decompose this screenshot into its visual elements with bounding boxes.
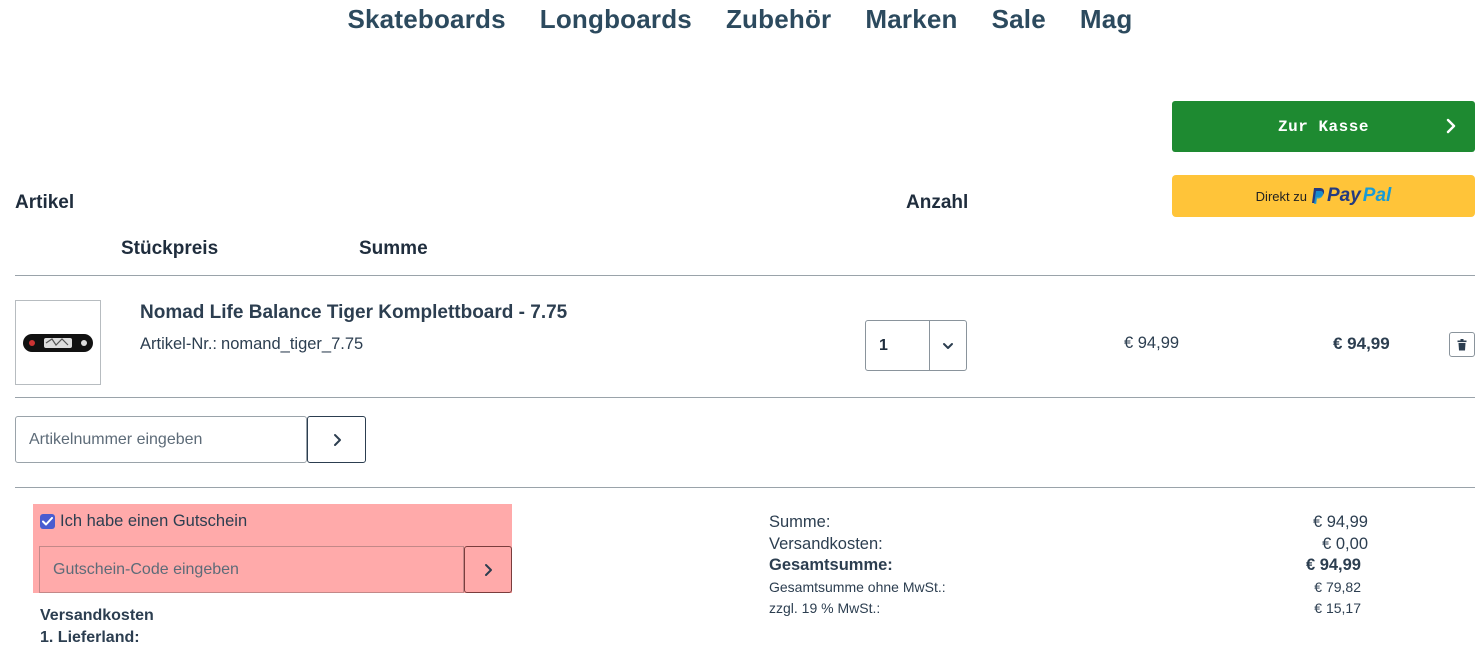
product-sku-value: nomand_tiger_7.75 (221, 335, 364, 353)
divider (15, 397, 1475, 398)
quantity-select[interactable]: 1 (865, 320, 967, 371)
shipping-title: Versandkosten (40, 607, 154, 624)
product-title[interactable]: Nomad Life Balance Tiger Komplettboard -… (140, 302, 567, 324)
header-anzahl: Anzahl (906, 192, 969, 213)
header-artikel: Artikel (15, 192, 75, 213)
sku-submit-button[interactable] (307, 416, 366, 463)
nav-item-longboards[interactable]: Longboards (540, 4, 692, 35)
product-thumbnail[interactable] (15, 300, 101, 385)
paypal-brand-pal: Pal (1362, 185, 1392, 206)
nav-item-marken[interactable]: Marken (865, 4, 957, 35)
header-stueckpreis: Stückpreis (121, 238, 219, 259)
main-nav: Skateboards Longboards Zubehör Marken Sa… (0, 4, 1480, 35)
summary-label-versand: Versandkosten: (769, 535, 883, 553)
chevron-right-icon (1446, 118, 1456, 134)
checkmark-icon (42, 517, 53, 526)
header-summe: Summe (359, 238, 428, 259)
chevron-right-icon (485, 563, 492, 576)
paypal-prefix-label: Direkt zu (1255, 188, 1307, 204)
summary-label-summe: Summe: (769, 513, 831, 531)
voucher-checkbox[interactable] (40, 514, 55, 529)
product-sku: Artikel-Nr.: nomand_tiger_7.75 (140, 335, 363, 354)
nav-item-zubehoer[interactable]: Zubehör (726, 4, 831, 35)
remove-item-button[interactable] (1449, 332, 1475, 357)
voucher-submit-button[interactable] (464, 546, 512, 593)
paypal-brand-pay: Pay (1326, 185, 1361, 206)
line-total: € 94,99 (1333, 334, 1390, 353)
chevron-right-icon (333, 433, 341, 446)
voucher-checkbox-label[interactable]: Ich habe einen Gutschein (60, 512, 247, 531)
quantity-value: 1 (866, 321, 930, 370)
divider (15, 275, 1475, 276)
nav-item-sale[interactable]: Sale (992, 4, 1046, 35)
trash-icon (1457, 338, 1467, 350)
paypal-button[interactable]: Direkt zu Pay Pal (1172, 175, 1475, 217)
summary-label-gesamt: Gesamtsumme: (769, 556, 893, 574)
quantity-dropdown[interactable] (930, 321, 966, 370)
sku-input[interactable] (15, 416, 307, 463)
checkout-button-label: Zur Kasse (1278, 117, 1369, 136)
unit-price: € 94,99 (1124, 334, 1180, 352)
voucher-checkbox-row[interactable]: Ich habe einen Gutschein (40, 512, 247, 531)
paypal-icon (1311, 188, 1325, 204)
paypal-logo: Pay Pal (1311, 185, 1391, 207)
summary-value-summe: € 94,99 (1312, 513, 1368, 531)
nav-item-skateboards[interactable]: Skateboards (347, 4, 505, 35)
shipping-country-label: 1. Lieferland: (40, 629, 140, 646)
summary-value-versand: € 0,00 (1322, 535, 1368, 553)
summary-value-gesamt: € 94,99 (1305, 556, 1361, 574)
summary-label-netto: Gesamtsumme ohne MwSt.: (769, 579, 946, 595)
skateboard-image (23, 333, 93, 352)
checkout-button[interactable]: Zur Kasse (1172, 101, 1475, 152)
divider (15, 487, 1475, 488)
summary-label-mwst: zzgl. 19 % MwSt.: (769, 600, 881, 616)
voucher-code-input[interactable] (39, 546, 464, 593)
summary-value-mwst: € 15,17 (1314, 600, 1361, 616)
voucher-section: Ich habe einen Gutschein (33, 504, 512, 593)
nav-item-mag[interactable]: Mag (1080, 4, 1133, 35)
product-sku-label: Artikel-Nr.: (140, 335, 218, 353)
summary-value-netto: € 79,82 (1314, 579, 1361, 595)
chevron-down-icon (943, 342, 953, 349)
